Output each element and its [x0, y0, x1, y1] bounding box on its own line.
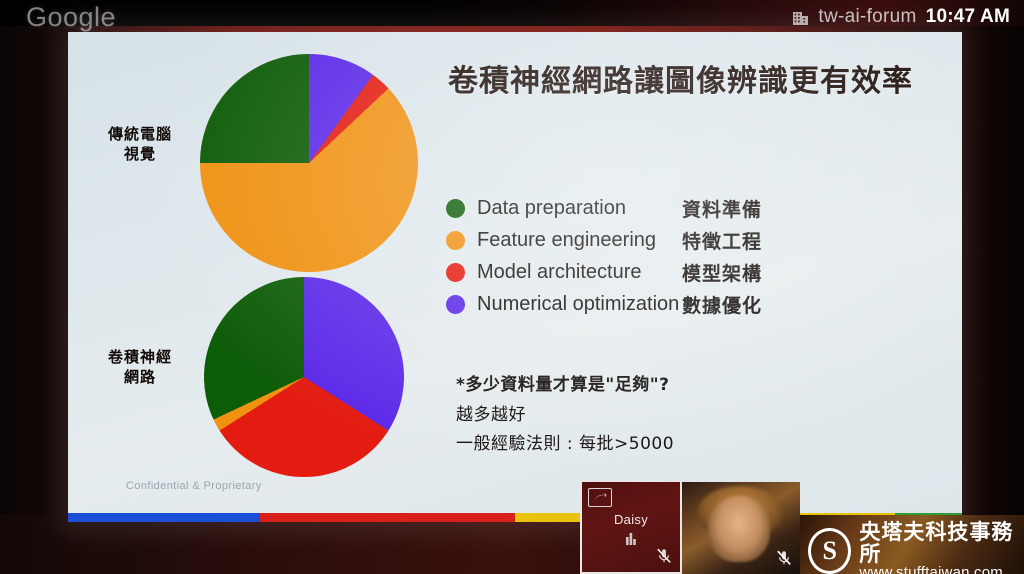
legend-row: Numerical optimization 數據優化 — [446, 288, 762, 320]
legend-label-en: Feature engineering — [477, 228, 657, 251]
video-call-tiles: Daisy S 央塔夫科技事務所 www.stufftaiwan.com — [580, 480, 1024, 574]
footnote-line-3: 一般經驗法則 : 每批>5000 — [456, 434, 675, 454]
legend-row: Model architecture 模型架構 — [446, 256, 762, 288]
legend-label-zh: 資料準備 — [682, 198, 763, 221]
legend-color-dot — [446, 198, 465, 218]
brand-watermark-overlay: S 央塔夫科技事務所 www.stufftaiwan.com — [800, 515, 1024, 574]
chart-legend: Data preparation 資料準備 Feature engineering 特… — [446, 192, 762, 320]
meeting-name: tw-ai-forum — [818, 6, 917, 27]
pie-label-traditional-cv-line2: 視覺 — [123, 145, 156, 164]
mic-off-icon[interactable] — [775, 549, 793, 567]
participant-tile-video[interactable] — [682, 482, 800, 574]
legend-label-en: Model architecture — [477, 260, 642, 283]
pie-label-cnn: 卷積神經 網路 — [78, 347, 202, 388]
pie-label-cnn-line1: 卷積神經 — [107, 348, 172, 366]
color-bar-segment-red — [260, 513, 515, 522]
footnote-line-2: 越多越好 — [456, 405, 526, 425]
legend-label-zh: 數據優化 — [682, 294, 763, 317]
screen-share-icon[interactable] — [588, 488, 612, 507]
legend-label-zh: 模型架構 — [682, 262, 763, 285]
participant-face — [708, 496, 770, 562]
brand-name-zh: 央塔夫科技事務所 — [859, 520, 1014, 567]
projected-slide: 卷積神經網路讓圖像辨識更有效率 傳統電腦 視覺 卷積神經 網路 Data pre… — [68, 32, 962, 522]
legend-label-en: Data preparation — [477, 196, 626, 219]
legend-row: Data preparation 資料準備 — [446, 192, 762, 224]
google-watermark: Google — [26, 2, 117, 32]
legend-color-dot — [446, 230, 465, 250]
footnote-heading: *多少資料量才算是"足夠"? — [456, 375, 670, 395]
color-bar-segment-blue — [68, 513, 261, 522]
legend-label-zh: 特徵工程 — [682, 230, 763, 253]
mic-off-icon[interactable] — [655, 547, 673, 565]
clock-time: 10:47 AM — [925, 6, 1010, 27]
stufftaiwan-logo-icon: S — [808, 527, 852, 574]
legend-label-en: Numerical optimization — [477, 292, 680, 315]
building-icon — [792, 9, 809, 26]
brand-text: 央塔夫科技事務所 www.stufftaiwan.com — [859, 521, 1024, 574]
participant-tile-daisy[interactable]: Daisy — [580, 480, 682, 574]
pie-label-traditional-cv-line1: 傳統電腦 — [107, 125, 172, 143]
confidential-footer: Confidential & Proprietary — [126, 480, 262, 492]
meeting-status-bar: tw-ai-forum 10:47 AM — [784, 2, 1018, 32]
slide-title: 卷積神經網路讓圖像辨識更有效率 — [448, 64, 913, 99]
footnote-block: *多少資料量才算是"足夠"? 越多越好 一般經驗法則 : 每批>5000 — [456, 370, 674, 458]
pie-chart-traditional-cv — [200, 54, 418, 272]
legend-color-dot — [446, 262, 465, 282]
brand-row: S 央塔夫科技事務所 www.stufftaiwan.com — [808, 521, 1024, 574]
presentation-chart-icon — [626, 532, 637, 545]
brand-url: www.stufftaiwan.com — [859, 564, 1003, 574]
screenshot-root: Google tw-ai-forum 10:47 AM 卷積神經網路讓圖像辨識更… — [0, 0, 1024, 574]
participant-name-daisy: Daisy — [613, 512, 648, 527]
legend-row: Feature engineering 特徵工程 — [446, 224, 762, 256]
pie-label-traditional-cv: 傳統電腦 視覺 — [78, 124, 202, 165]
pie-chart-cnn — [204, 277, 404, 477]
legend-color-dot — [446, 294, 465, 314]
pie-label-cnn-line2: 網路 — [123, 368, 156, 387]
